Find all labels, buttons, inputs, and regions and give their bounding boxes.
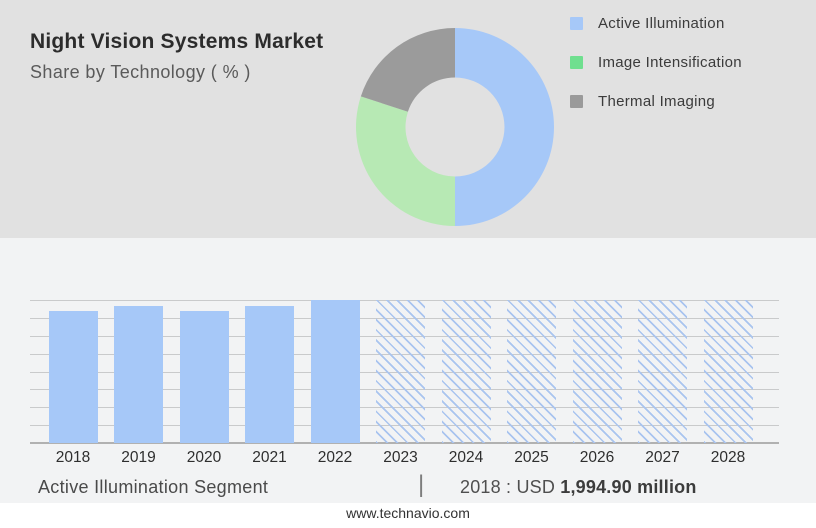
bar-2022-historical [310, 300, 360, 443]
donut-slice-thermal-imaging [360, 28, 455, 112]
x-axis-label-2023: 2023 [383, 449, 418, 466]
segment-bar-chart: 2018 2019 2020 2021 2022 2023 2024 2025 2026 2027… [30, 300, 779, 466]
lower-panel: 2018 2019 2020 2021 2022 2023 2024 2025 2026 2027… [0, 238, 816, 528]
segment-value-prefix: 2018 : USD [460, 477, 561, 497]
x-axis-label-2024: 2024 [448, 449, 484, 466]
infographic-canvas: Night Vision Systems Market Share by Tec… [0, 0, 816, 528]
bar-2020-historical [179, 311, 229, 443]
legend-item-thermal-imaging: Thermal Imaging [570, 93, 742, 110]
legend-swatch [570, 56, 583, 69]
segment-value: 2018 : USD 1,994.90 million [460, 477, 697, 498]
x-axis-label-2022: 2022 [317, 449, 353, 466]
x-axis-label-2028: 2028 [710, 449, 746, 466]
technology-share-donut-chart [356, 28, 554, 226]
donut-legend: Active Illumination Image Intensificatio… [570, 15, 742, 110]
legend-item-image-intensification: Image Intensification [570, 54, 742, 71]
legend-item-active-illumination: Active Illumination [570, 15, 742, 32]
x-axis-label-2025: 2025 [514, 449, 549, 466]
page-subtitle: Share by Technology ( % ) [30, 62, 251, 82]
website-url: www.technavio.com [346, 505, 470, 521]
donut-slice-active-illumination [455, 28, 554, 226]
legend-label: Image Intensification [598, 54, 742, 71]
legend-swatch [570, 95, 583, 108]
bar-2028-forecast-hatched [703, 300, 753, 443]
website-strip: www.technavio.com [0, 503, 816, 528]
x-axis-label-2021: 2021 [252, 449, 287, 466]
bar-2021-historical [245, 305, 294, 443]
legend-label: Thermal Imaging [598, 93, 716, 110]
legend-label: Active Illumination [598, 15, 725, 32]
x-axis-label-2020: 2020 [186, 449, 222, 466]
x-axis-label-2026: 2026 [579, 449, 615, 466]
bar-2025-forecast-hatched [507, 300, 556, 443]
top-panel: Night Vision Systems Market Share by Tec… [0, 0, 816, 238]
donut-slice-image-intensification [356, 96, 455, 226]
bar-2018-historical [48, 311, 98, 443]
segment-value-amount: 1,994.90 million [560, 477, 697, 497]
bar-2024-forecast-hatched [441, 300, 491, 443]
bar-2023-forecast-hatched [376, 300, 425, 443]
page-title: Night Vision Systems Market [30, 30, 324, 53]
bar-2019-historical [114, 305, 163, 443]
x-axis-label-2018: 2018 [55, 449, 91, 466]
bar-2026-forecast-hatched [572, 300, 622, 443]
x-axis-label-2019: 2019 [121, 449, 156, 466]
bar-2027-forecast-hatched [638, 300, 687, 443]
x-axis-label-2027: 2027 [645, 449, 680, 466]
legend-swatch [570, 17, 583, 30]
separator-pipe: | [418, 471, 425, 498]
segment-label: Active Illumination Segment [38, 477, 269, 497]
